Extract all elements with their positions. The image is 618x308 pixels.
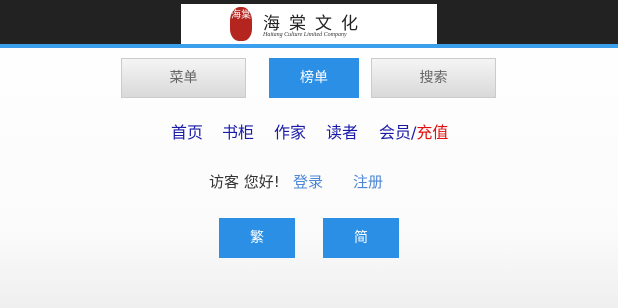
nav-link-author[interactable]: 作家 [274, 122, 306, 144]
simplified-chinese-button[interactable]: 简 [323, 218, 399, 258]
logo-subtitle: Haitang Culture Limited Company [263, 32, 347, 38]
nav-member-group: 会员/充值 [379, 122, 448, 144]
traditional-chinese-button[interactable]: 繁 [219, 218, 295, 258]
logo-title: 海棠文化 [263, 14, 367, 34]
search-button[interactable]: 搜索 [371, 58, 496, 98]
site-header: 海棠 海棠文化 Haitang Culture Limited Company [0, 0, 618, 48]
menu-button[interactable]: 菜单 [121, 58, 246, 98]
nav-link-member[interactable]: 会员 [379, 123, 411, 142]
site-logo[interactable]: 海棠 海棠文化 Haitang Culture Limited Company [181, 4, 437, 44]
login-link[interactable]: 登录 [293, 172, 323, 192]
seal-logo-icon: 海棠 [230, 7, 252, 41]
nav-link-home[interactable]: 首页 [171, 122, 203, 144]
visitor-greeting: 访客 您好! [209, 173, 280, 191]
nav-link-recharge[interactable]: 充值 [416, 123, 448, 142]
nav-link-reader[interactable]: 读者 [326, 122, 358, 144]
register-link[interactable]: 注册 [353, 172, 383, 192]
nav-link-bookshelf[interactable]: 书柜 [222, 122, 254, 144]
rank-button[interactable]: 榜单 [269, 58, 359, 98]
